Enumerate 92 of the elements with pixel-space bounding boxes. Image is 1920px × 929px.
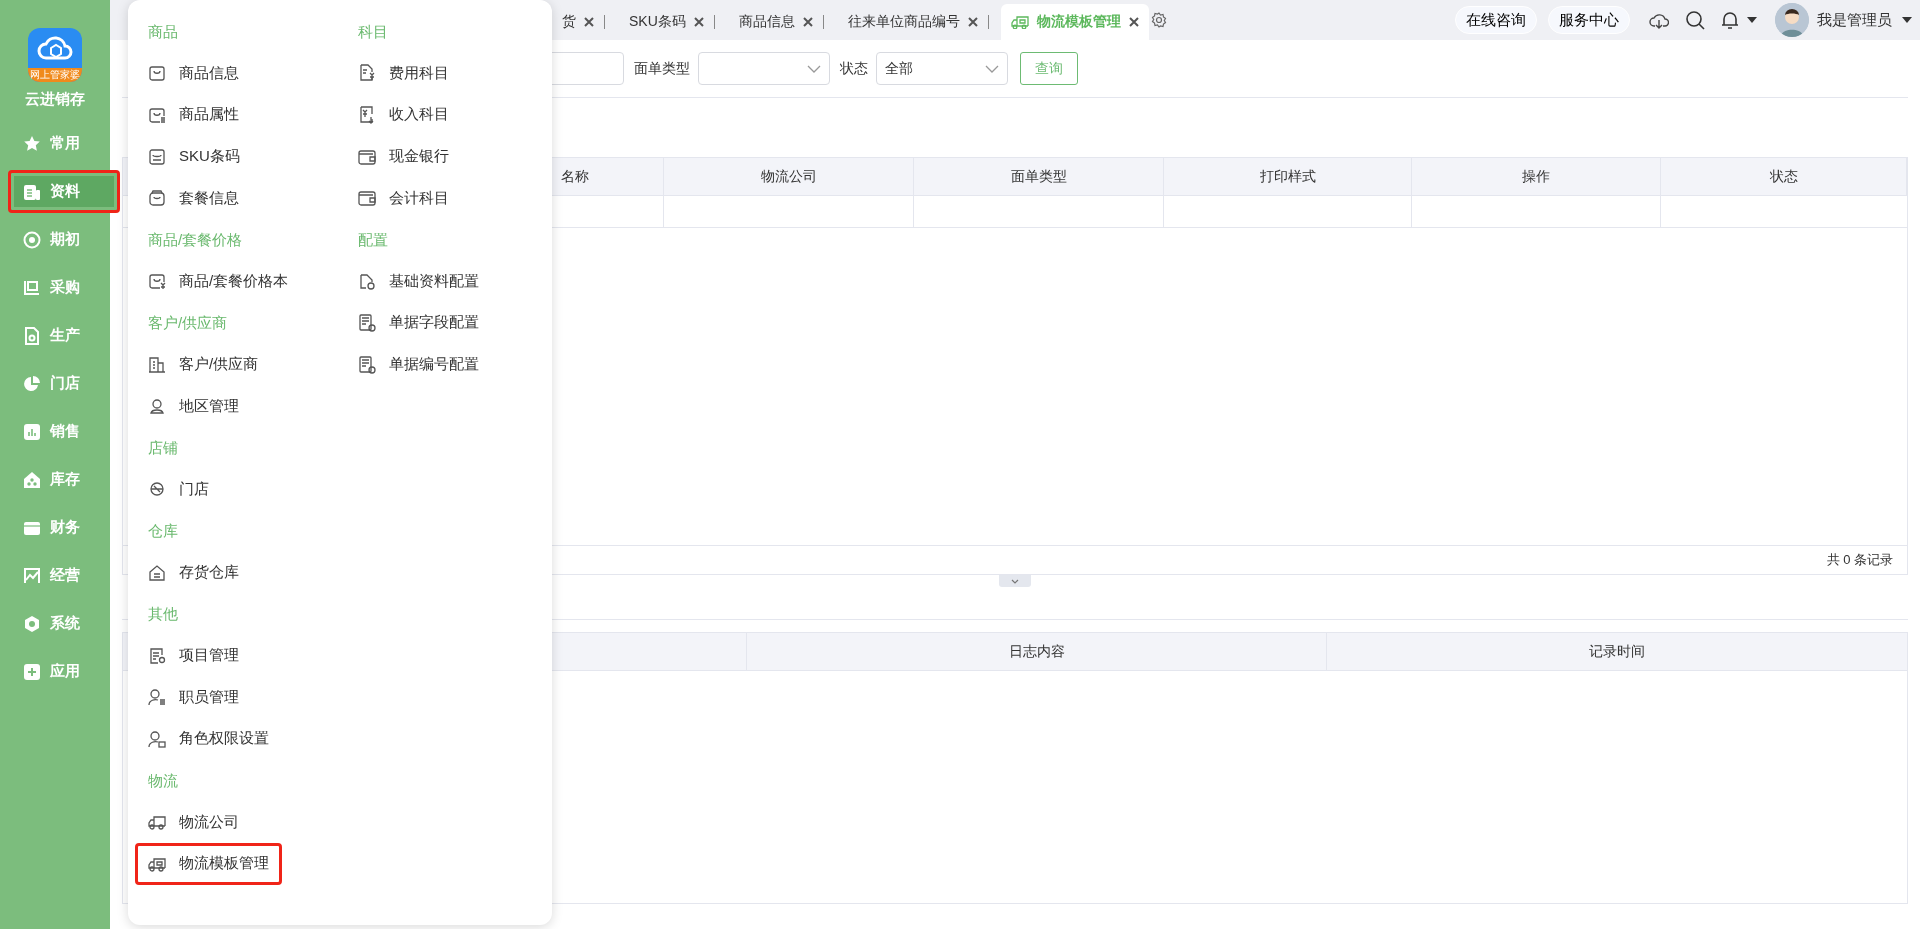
- close-icon[interactable]: [967, 17, 978, 27]
- cloud-box-icon: [37, 34, 73, 62]
- filter-label: 状态: [840, 59, 868, 78]
- header-button[interactable]: 服务中心: [1548, 6, 1630, 34]
- menu-item[interactable]: 单据编号配置: [345, 343, 492, 386]
- menu-item[interactable]: 物流公司: [135, 801, 252, 844]
- logo-badge: 网上管家婆: [28, 68, 82, 82]
- house-icon: [23, 470, 41, 489]
- pie-chart-icon: [23, 374, 41, 393]
- chevron-down-icon: [985, 64, 999, 73]
- column-header: 日志内容: [747, 633, 1327, 671]
- close-icon[interactable]: [802, 17, 813, 27]
- caret-down-icon[interactable]: [1747, 17, 1757, 23]
- tab[interactable]: 商品信息: [726, 4, 836, 40]
- column-header: 操作: [1412, 158, 1661, 196]
- filter-label: 面单类型: [634, 59, 690, 78]
- menu-item[interactable]: 商品/套餐价格本: [135, 260, 302, 303]
- menu-section-title: 科目: [358, 22, 389, 42]
- building-icon: [148, 355, 166, 374]
- bar-chart-icon: [23, 422, 41, 441]
- location-person-icon: [148, 397, 166, 416]
- package-icon: [148, 189, 166, 208]
- form-gear-icon: [358, 313, 376, 332]
- tab[interactable]: 货: [550, 4, 617, 40]
- settings-icon[interactable]: [1150, 12, 1167, 28]
- menu-item[interactable]: 地区管理: [135, 385, 252, 428]
- column-header: 打印样式: [1164, 158, 1412, 196]
- menu-section-title: 商品: [148, 22, 179, 42]
- person-list-icon: [148, 688, 166, 707]
- menu-item[interactable]: 物流模板管理: [135, 842, 282, 885]
- menu-section-title: 商品/套餐价格: [148, 229, 244, 250]
- tag-list-icon: [148, 106, 166, 124]
- user-name[interactable]: 我是管理员: [1817, 10, 1892, 30]
- close-icon[interactable]: [1128, 17, 1139, 27]
- hexagon-icon: [23, 614, 41, 633]
- header-button[interactable]: 在线咨询: [1455, 6, 1537, 34]
- cloud-download-icon[interactable]: [1649, 11, 1669, 29]
- search-icon[interactable]: [1685, 10, 1705, 30]
- plus-square-icon: [23, 662, 41, 681]
- column-header: 状态: [1661, 158, 1907, 196]
- select-field[interactable]: [698, 52, 830, 85]
- document-gear-icon: [358, 272, 376, 291]
- warehouse-icon: [148, 563, 166, 582]
- tab[interactable]: 往来单位商品编号: [835, 4, 1001, 40]
- menu-section-title: 其他: [148, 604, 179, 625]
- column-header: 物流公司: [664, 158, 914, 196]
- list-icon: [148, 646, 166, 665]
- wallet-icon: [358, 147, 376, 166]
- menu-item[interactable]: 收入科目: [345, 94, 462, 136]
- menu-item[interactable]: 商品属性: [135, 94, 252, 136]
- menu-item[interactable]: 费用科目: [345, 52, 462, 95]
- wallet-icon: [358, 189, 376, 208]
- menu-item[interactable]: 门店: [135, 468, 222, 511]
- bag-icon: [148, 64, 166, 83]
- menu-section-title: 店铺: [148, 437, 179, 458]
- column-header: 面单类型: [914, 158, 1164, 196]
- sku-icon: [148, 147, 166, 166]
- target-icon: [23, 230, 41, 249]
- form-gear-icon: [358, 355, 376, 374]
- document-yen-icon: [358, 64, 376, 83]
- document-yen-icon: [358, 106, 376, 124]
- document-icon: [23, 182, 41, 201]
- menu-item[interactable]: 角色权限设置: [135, 717, 282, 760]
- avatar-icon[interactable]: [1775, 3, 1809, 37]
- chevron-down-icon: [807, 64, 821, 73]
- document-gear-icon: [23, 326, 41, 345]
- menu-section-title: 配置: [358, 229, 389, 250]
- app-name: 云进销存: [25, 90, 85, 109]
- column-header: 记录时间: [1327, 633, 1907, 671]
- menu-item[interactable]: 基础资料配置: [345, 260, 492, 303]
- caret-down-icon[interactable]: [1902, 17, 1912, 23]
- menu-section-title: 客户/供应商: [148, 313, 229, 334]
- menu-section-title: 仓库: [148, 521, 179, 542]
- menu-section-title: 物流: [148, 770, 179, 791]
- truck-icon: [148, 813, 166, 832]
- menu-item[interactable]: 单据字段配置: [345, 301, 492, 344]
- menu-item[interactable]: 职员管理: [135, 676, 252, 719]
- select-field[interactable]: 全部: [876, 52, 1008, 85]
- truck-icon: [1010, 15, 1029, 29]
- collapse-handle[interactable]: [999, 575, 1031, 587]
- person-lock-icon: [148, 729, 166, 748]
- menu-item[interactable]: 商品信息: [135, 52, 252, 95]
- tab[interactable]: SKU条码: [617, 4, 727, 40]
- star-icon: [23, 134, 41, 153]
- bell-icon[interactable]: [1721, 10, 1739, 30]
- bag-yen-icon: [148, 272, 166, 291]
- menu-item[interactable]: 项目管理: [135, 634, 252, 677]
- close-icon[interactable]: [693, 17, 704, 27]
- trend-chart-icon: [23, 566, 41, 585]
- close-icon[interactable]: [584, 17, 594, 27]
- menu-item[interactable]: 客户/供应商: [135, 343, 272, 386]
- chevron-down-icon: [1011, 578, 1019, 584]
